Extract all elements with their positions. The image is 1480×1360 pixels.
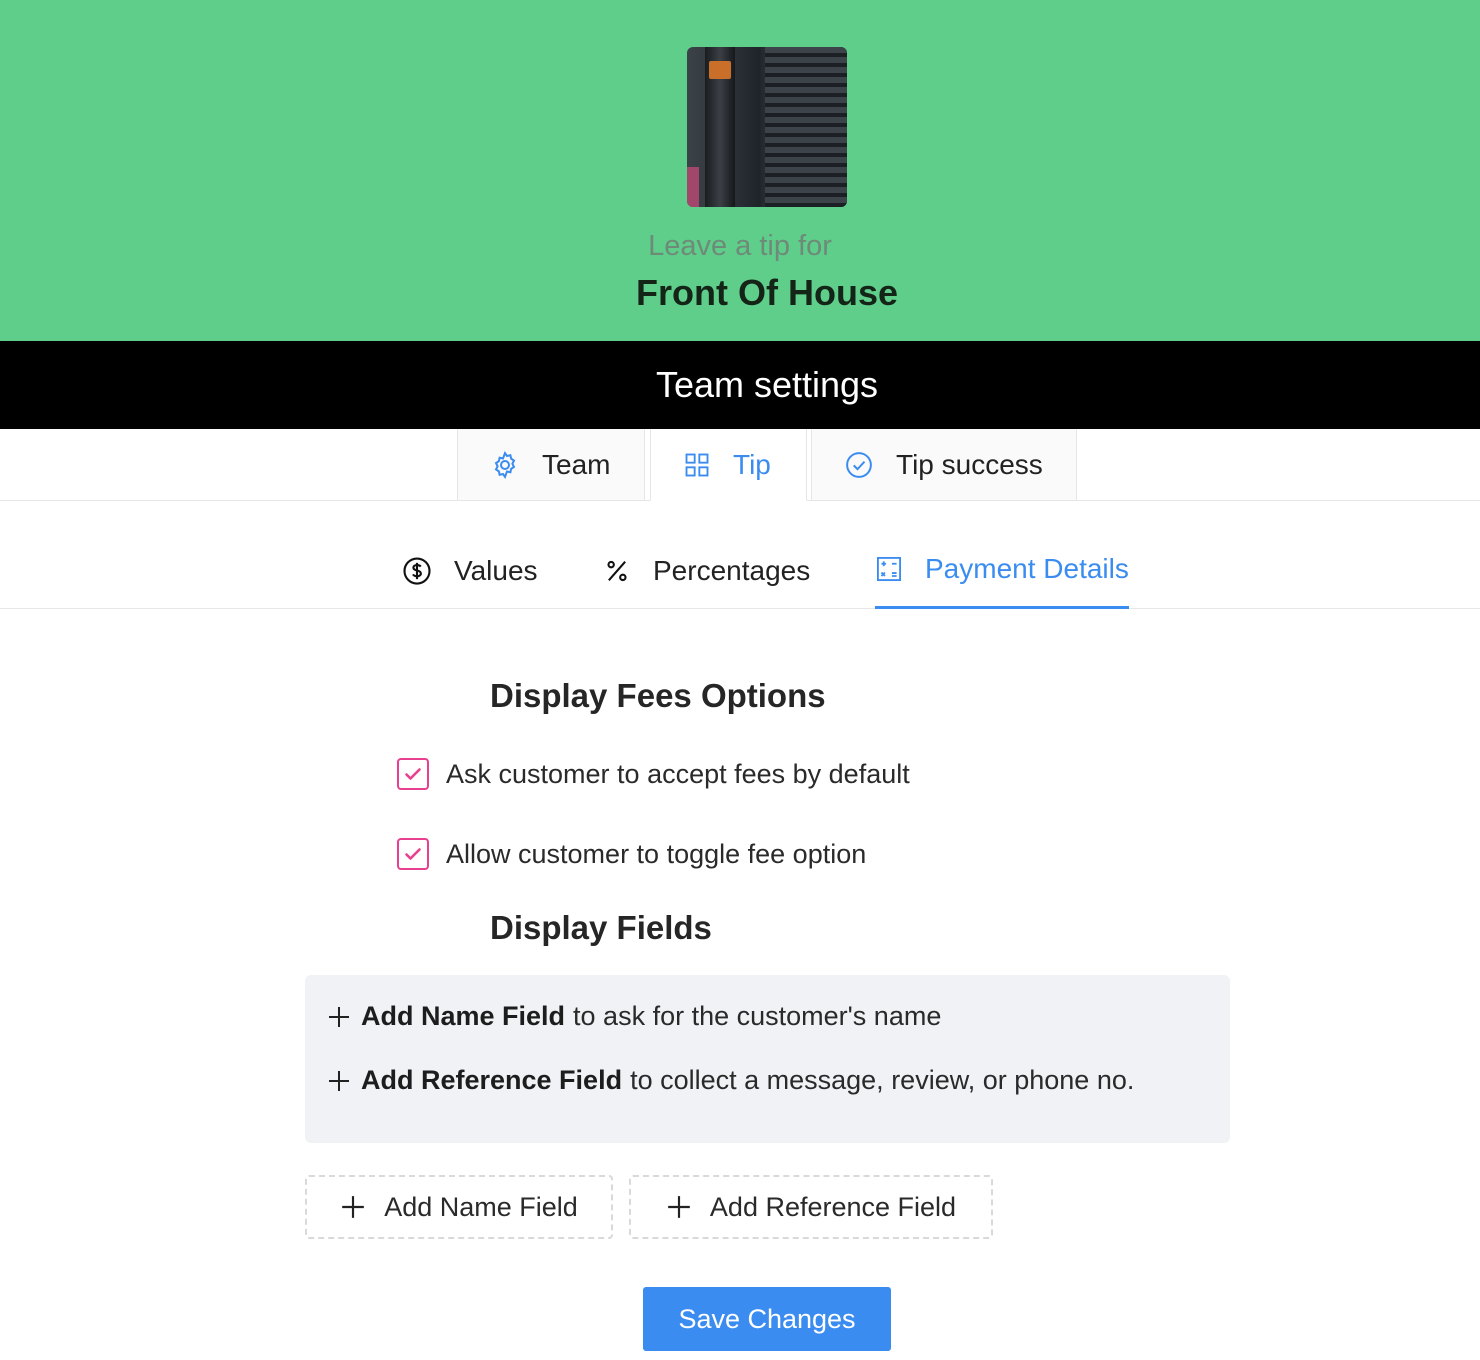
add-name-field-button[interactable]: Add Name Field (305, 1175, 613, 1239)
fields-info-box: Add Name Field to ask for the customer's… (305, 975, 1230, 1143)
tab-tip-success-label: Tip success (896, 448, 1043, 480)
check-circle-icon (846, 451, 872, 478)
subtab-percentages-label: Percentages (653, 554, 811, 586)
lead-text: Leave a tip for (648, 230, 832, 262)
plus-icon (668, 1196, 690, 1218)
gear-icon (494, 450, 516, 479)
checkmark-icon (405, 848, 421, 860)
plus-icon (342, 1196, 365, 1218)
page-title: Team settings (655, 364, 879, 405)
calculator-icon (876, 556, 902, 582)
subtab-payment-details[interactable]: Payment Details (875, 540, 1129, 609)
fee-option-accept-default[interactable]: Ask customer to accept fees by default (397, 758, 910, 790)
save-changes-button[interactable]: Save Changes (643, 1287, 891, 1351)
hint-text: to collect a message, review, or phone n… (630, 1065, 1135, 1095)
add-reference-field-label: Add Reference Field (709, 1191, 957, 1222)
hint-text: to ask for the customer's name (573, 1001, 942, 1031)
team-name: Front Of House (636, 272, 898, 313)
tab-team[interactable]: Team (457, 429, 645, 501)
hint-reference-field: Add Reference Field to collect a message… (327, 1065, 1134, 1096)
plus-icon (329, 1070, 349, 1091)
team-avatar (687, 47, 847, 207)
fee-option-label: Ask customer to accept fees by default (446, 758, 910, 789)
hint-bold: Add Name Field (361, 1001, 566, 1031)
add-name-field-label: Add Name Field (384, 1191, 578, 1222)
fields-section-title: Display Fields (490, 909, 712, 946)
grid-icon (685, 453, 709, 476)
subtab-percentages[interactable]: Percentages (603, 540, 810, 609)
add-reference-field-button[interactable]: Add Reference Field (629, 1175, 993, 1239)
page-title-bar: Team settings (0, 341, 1480, 429)
hint-bold: Add Reference Field (361, 1065, 623, 1095)
checkmark-icon (405, 768, 421, 780)
checkbox-toggle-fee[interactable] (397, 838, 429, 870)
dollar-circle-icon (403, 556, 431, 585)
checkbox-accept-default[interactable] (397, 758, 429, 790)
subtab-payment-details-label: Payment Details (925, 553, 1129, 584)
percent-icon (607, 560, 627, 581)
fee-option-label: Allow customer to toggle fee option (446, 838, 867, 869)
team-header: Leave a tip for Front Of House (0, 0, 1480, 341)
plus-icon (329, 1006, 349, 1027)
fees-section-title: Display Fees Options (490, 677, 826, 714)
sub-tabs: Values Percentages Payment Details (0, 540, 1480, 609)
tab-tip-label: Tip (733, 448, 771, 480)
tab-tip-success[interactable]: Tip success (811, 429, 1077, 501)
hint-name-field: Add Name Field to ask for the customer's… (327, 1001, 941, 1032)
fee-option-toggle[interactable]: Allow customer to toggle fee option (397, 838, 866, 870)
top-tabs: Team Tip Tip success (0, 429, 1480, 501)
tab-team-label: Team (542, 448, 611, 480)
tab-tip[interactable]: Tip (650, 429, 807, 501)
subtab-values-label: Values (454, 554, 538, 586)
subtab-values[interactable]: Values (402, 540, 538, 609)
